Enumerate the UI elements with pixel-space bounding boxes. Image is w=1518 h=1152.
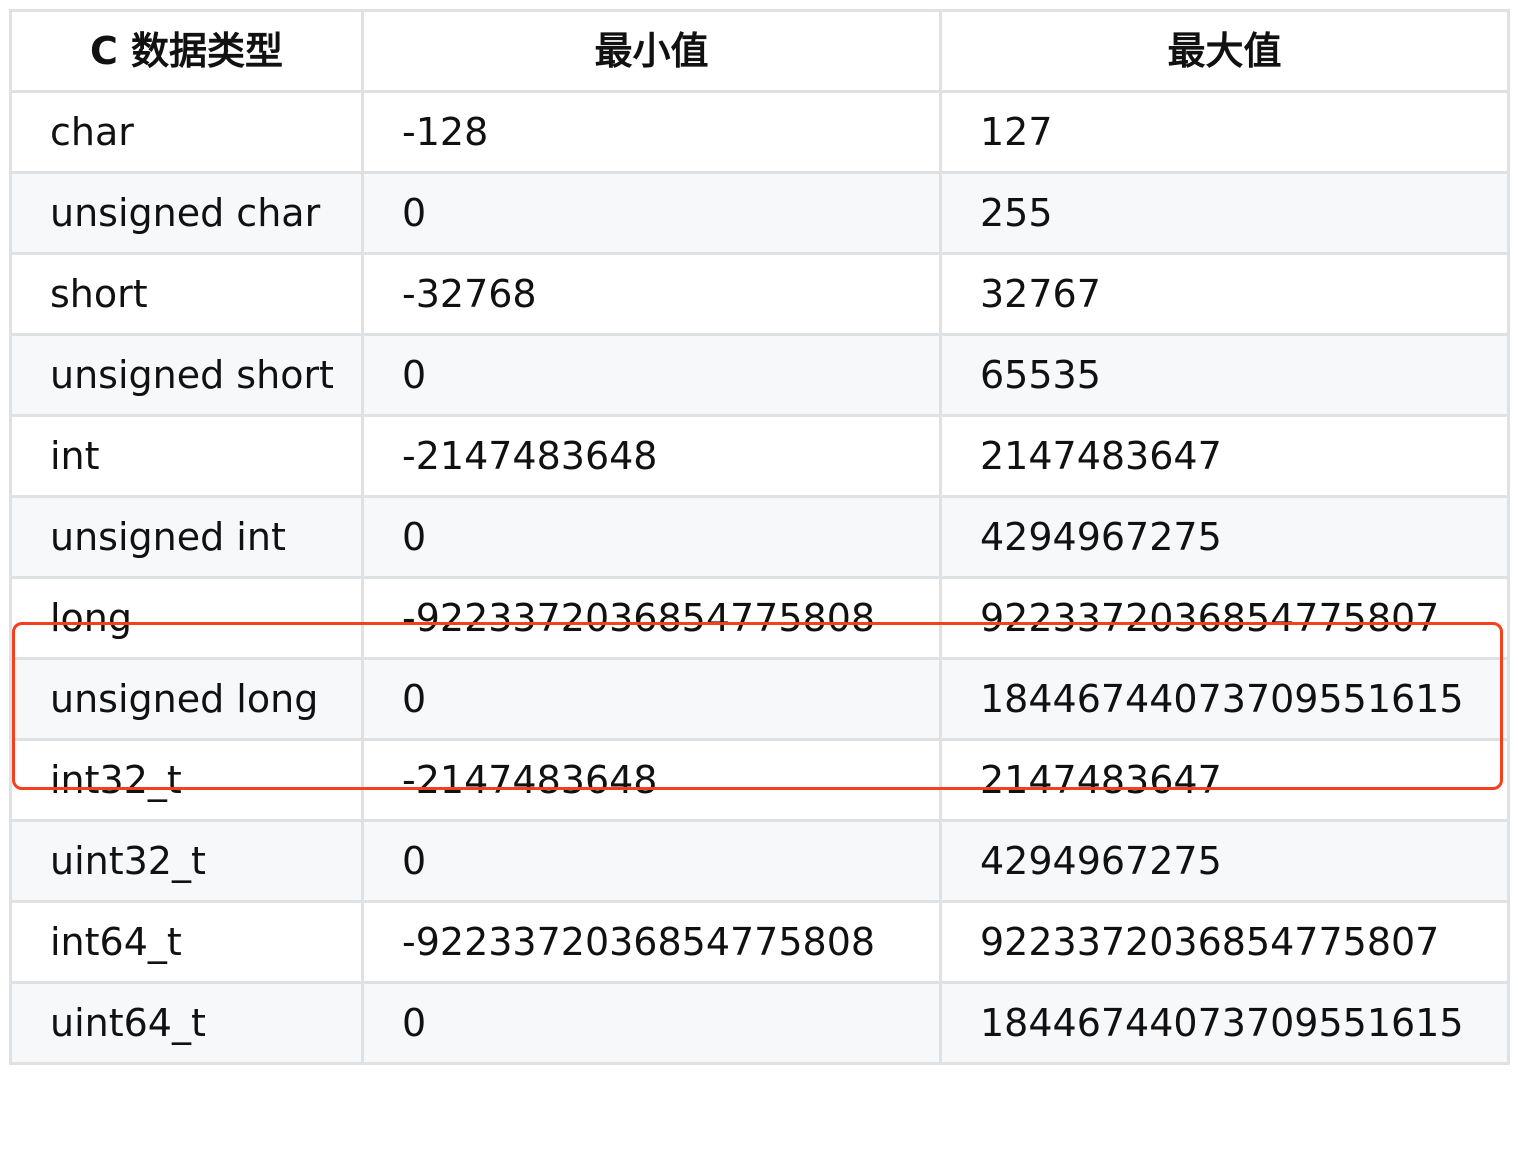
max-cell: 4294967275 xyxy=(939,819,1510,903)
table-row: unsigned short 0 65535 xyxy=(9,333,1510,417)
min-cell: 0 xyxy=(361,657,942,741)
type-cell: uint64_t xyxy=(9,981,364,1065)
max-cell: 65535 xyxy=(939,333,1510,417)
table-row: int32_t -2147483648 2147483647 xyxy=(9,738,1510,822)
max-cell: 127 xyxy=(939,90,1510,174)
type-cell: unsigned int xyxy=(9,495,364,579)
table-row: unsigned int 0 4294967275 xyxy=(9,495,1510,579)
table-row: uint64_t 0 18446744073709551615 xyxy=(9,981,1510,1065)
max-cell: 2147483647 xyxy=(939,738,1510,822)
table-row: short -32768 32767 xyxy=(9,252,1510,336)
type-cell: long xyxy=(9,576,364,660)
type-cell: short xyxy=(9,252,364,336)
max-cell: 32767 xyxy=(939,252,1510,336)
min-cell: 0 xyxy=(361,819,942,903)
max-cell: 2147483647 xyxy=(939,414,1510,498)
type-cell: char xyxy=(9,90,364,174)
table-row-highlighted: unsigned long 0 18446744073709551615 xyxy=(9,657,1510,741)
type-cell: unsigned char xyxy=(9,171,364,255)
min-cell: -9223372036854775808 xyxy=(361,900,942,984)
type-cell: unsigned long xyxy=(9,657,364,741)
min-cell: 0 xyxy=(361,333,942,417)
max-cell: 9223372036854775807 xyxy=(939,576,1510,660)
table-header: C 数据类型 最小值 最大值 xyxy=(9,9,1510,93)
table-row: uint32_t 0 4294967275 xyxy=(9,819,1510,903)
table-row: char -128 127 xyxy=(9,90,1510,174)
min-cell: -128 xyxy=(361,90,942,174)
table-row-highlighted: long -9223372036854775808 92233720368547… xyxy=(9,576,1510,660)
min-cell: 0 xyxy=(361,171,942,255)
min-cell: -2147483648 xyxy=(361,414,942,498)
header-type: C 数据类型 xyxy=(9,9,364,93)
type-cell: int32_t xyxy=(9,738,364,822)
type-cell: uint32_t xyxy=(9,819,364,903)
table-row: unsigned char 0 255 xyxy=(9,171,1510,255)
min-cell: 0 xyxy=(361,981,942,1065)
type-cell: int xyxy=(9,414,364,498)
min-cell: -9223372036854775808 xyxy=(361,576,942,660)
table-row: int64_t -9223372036854775808 92233720368… xyxy=(9,900,1510,984)
header-min: 最小值 xyxy=(361,9,942,93)
table-row: int -2147483648 2147483647 xyxy=(9,414,1510,498)
min-cell: -2147483648 xyxy=(361,738,942,822)
max-cell: 9223372036854775807 xyxy=(939,900,1510,984)
max-cell: 18446744073709551615 xyxy=(939,657,1510,741)
min-cell: 0 xyxy=(361,495,942,579)
min-cell: -32768 xyxy=(361,252,942,336)
data-type-table-container: C 数据类型 最小值 最大值 char -128 127 unsigned ch… xyxy=(9,9,1510,1142)
type-cell: int64_t xyxy=(9,900,364,984)
max-cell: 255 xyxy=(939,171,1510,255)
type-cell: unsigned short xyxy=(9,333,364,417)
header-row: C 数据类型 最小值 最大值 xyxy=(9,9,1510,93)
max-cell: 18446744073709551615 xyxy=(939,981,1510,1065)
max-cell: 4294967275 xyxy=(939,495,1510,579)
header-max: 最大值 xyxy=(939,9,1510,93)
c-data-type-range-table: C 数据类型 最小值 最大值 char -128 127 unsigned ch… xyxy=(9,9,1510,1065)
table-body: char -128 127 unsigned char 0 255 short … xyxy=(9,90,1510,1065)
